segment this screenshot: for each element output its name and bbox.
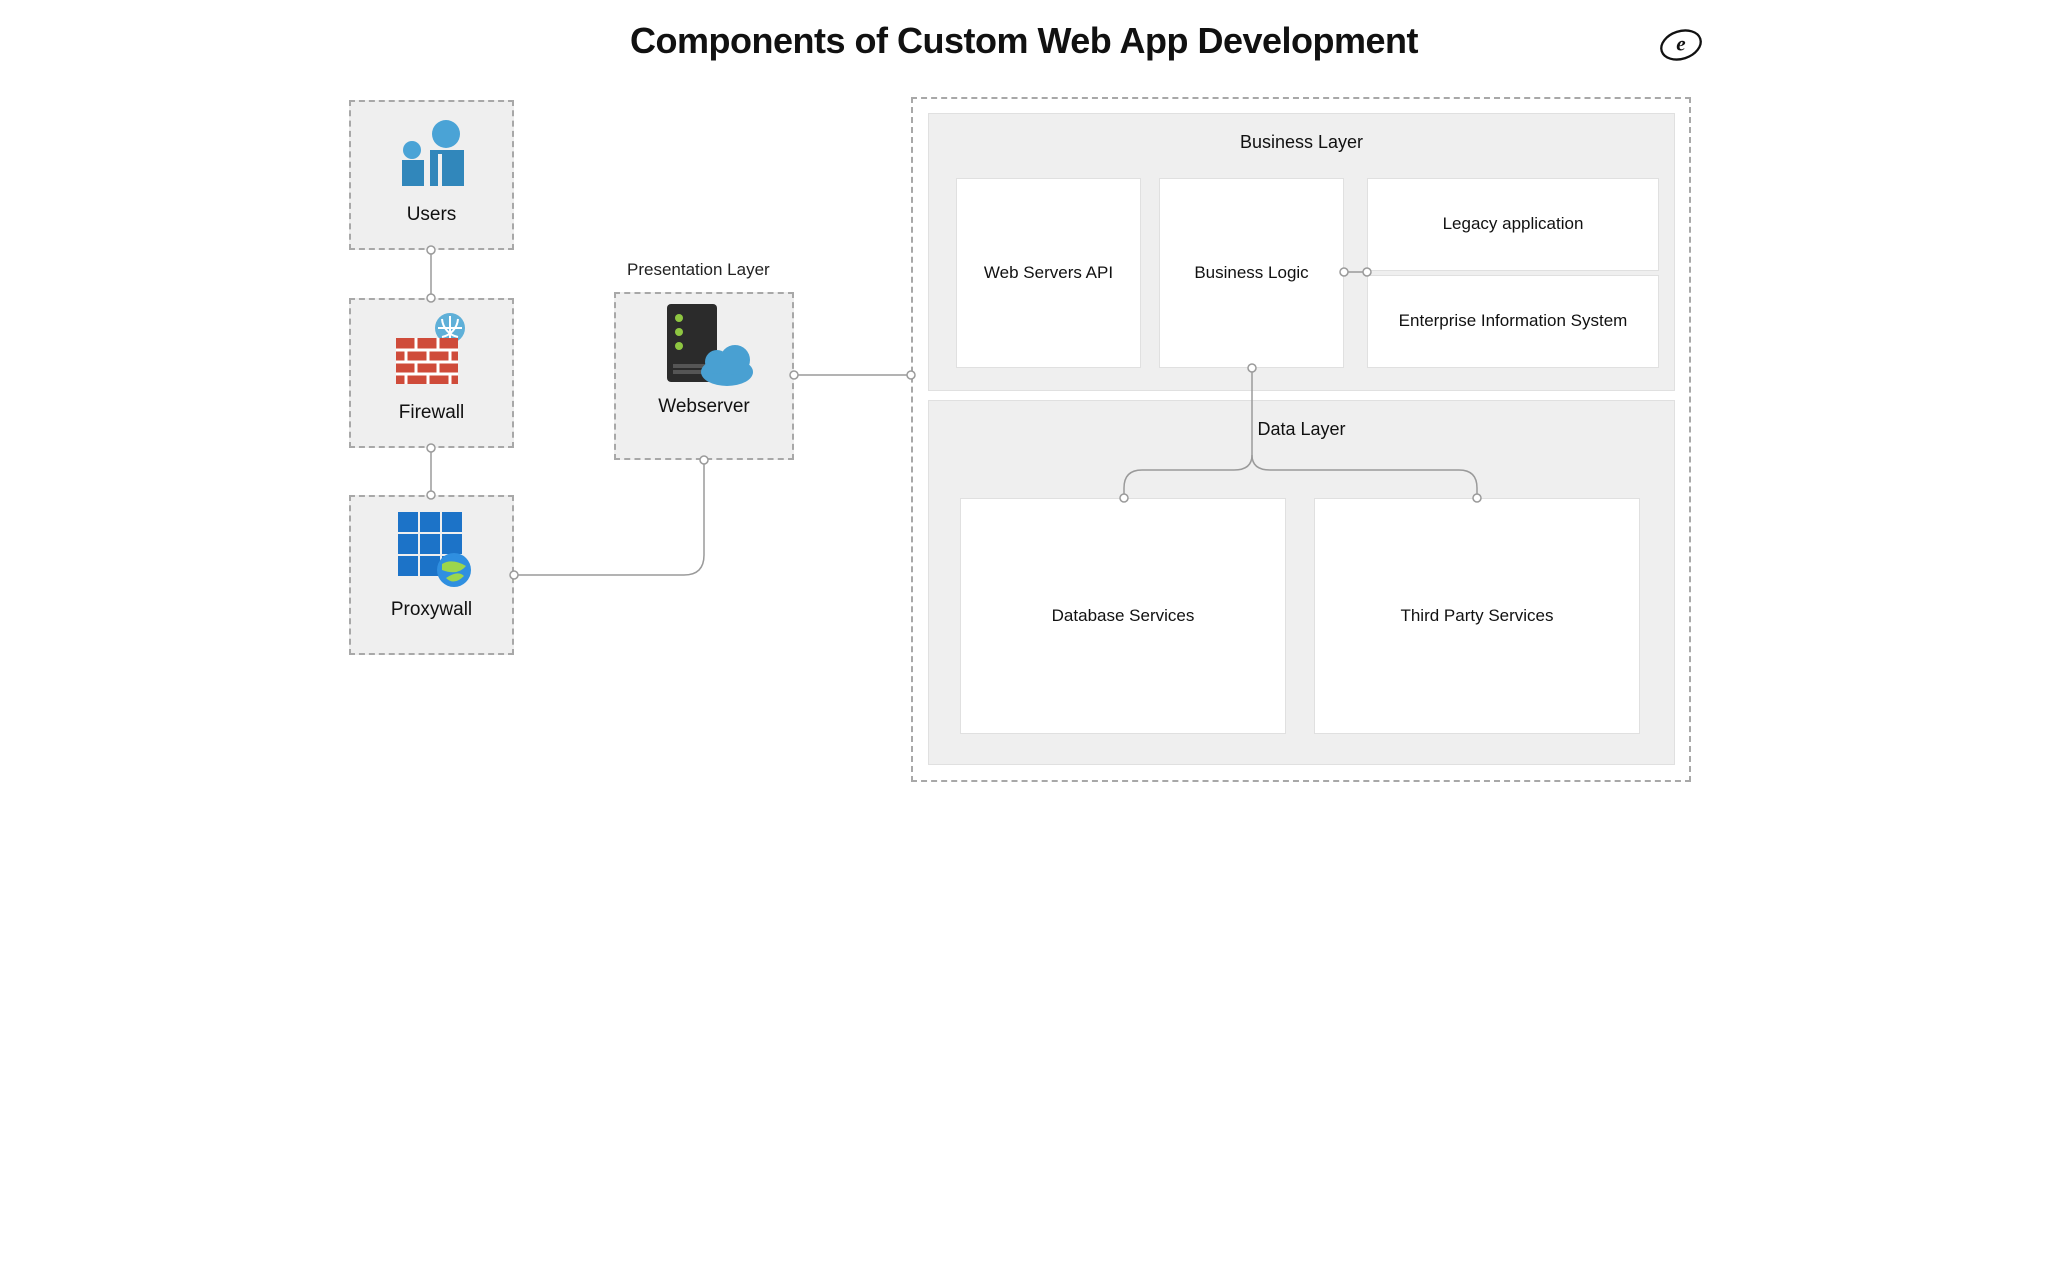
data-layer-title: Data Layer	[929, 419, 1674, 440]
card-business-logic: Business Logic	[1159, 178, 1344, 368]
brand-logo-icon: e	[1658, 22, 1704, 68]
node-firewall: Firewall	[349, 298, 514, 448]
card-enterprise-info-system: Enterprise Information System	[1367, 275, 1659, 368]
node-webserver-label: Webserver	[624, 396, 784, 418]
proxywall-icon	[359, 507, 504, 591]
diagram-title: Components of Custom Web App Development	[304, 20, 1744, 62]
card-database-services: Database Services	[960, 498, 1286, 734]
node-proxywall-label: Proxywall	[359, 599, 504, 621]
node-proxywall: Proxywall	[349, 495, 514, 655]
card-web-servers-api: Web Servers API	[956, 178, 1141, 368]
node-users: Users	[349, 100, 514, 250]
node-firewall-label: Firewall	[359, 402, 504, 424]
business-layer-title: Business Layer	[929, 132, 1674, 153]
firewall-icon	[359, 310, 504, 394]
card-third-party-services: Third Party Services	[1314, 498, 1640, 734]
webserver-icon	[624, 304, 784, 388]
presentation-layer-label: Presentation Layer	[627, 260, 770, 280]
svg-text:e: e	[1676, 32, 1685, 56]
node-webserver: Webserver	[614, 292, 794, 460]
node-users-label: Users	[359, 204, 504, 226]
users-icon	[359, 112, 504, 196]
card-legacy-application: Legacy application	[1367, 178, 1659, 271]
